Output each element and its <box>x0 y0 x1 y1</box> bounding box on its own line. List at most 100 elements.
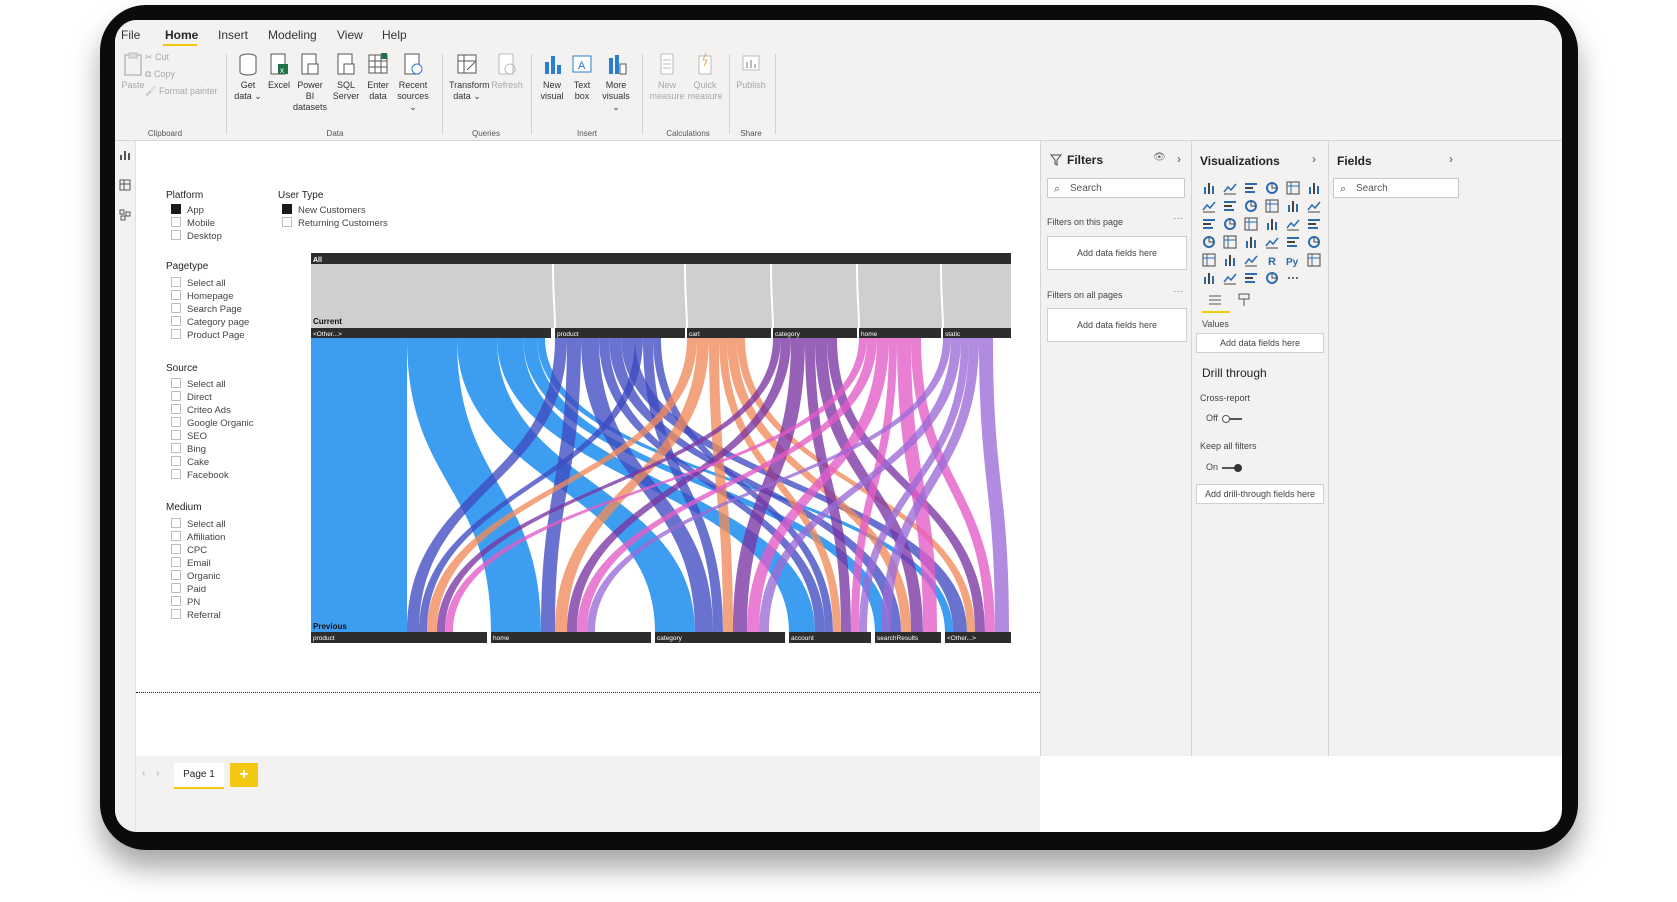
slicer-item[interactable]: Category page <box>171 316 249 328</box>
100-column-icon[interactable] <box>1307 181 1321 195</box>
scatter-icon[interactable] <box>1244 217 1258 231</box>
kpi-icon[interactable] <box>1307 235 1321 249</box>
menu-file[interactable]: File <box>121 28 140 42</box>
slicer-item[interactable]: Product Page <box>171 329 245 341</box>
values-drop-zone[interactable]: Add data fields here <box>1196 333 1324 353</box>
funnel-icon[interactable] <box>1223 217 1237 231</box>
recent-sources-button[interactable]: Recent sources ⌄ <box>395 52 431 113</box>
r-visual-icon[interactable]: R <box>1265 253 1279 267</box>
collapse-visualizations-chevron-icon[interactable]: › <box>1312 152 1316 166</box>
key-influencers-icon[interactable] <box>1307 253 1321 267</box>
stacked-bar-icon[interactable] <box>1202 181 1216 195</box>
checkbox[interactable] <box>171 456 181 466</box>
stacked-area-icon[interactable] <box>1244 199 1258 213</box>
paginated-icon[interactable] <box>1265 271 1279 285</box>
pie-chart-icon[interactable] <box>1265 217 1279 231</box>
report-view-icon[interactable] <box>119 149 131 161</box>
cross-report-toggle-knob[interactable] <box>1222 415 1230 423</box>
decomposition-tree-icon[interactable] <box>1202 271 1216 285</box>
slicer-item[interactable]: Google Organic <box>171 417 254 429</box>
checkbox[interactable] <box>171 430 181 440</box>
model-view-icon[interactable] <box>119 209 131 221</box>
menu-help[interactable]: Help <box>382 28 407 42</box>
more-options-icon[interactable]: ··· <box>1173 213 1183 224</box>
waterfall-icon[interactable] <box>1202 217 1216 231</box>
slicer-item[interactable]: App <box>171 204 204 216</box>
ribbon-chart-icon[interactable] <box>1307 199 1321 213</box>
keep-all-filters-toggle-knob[interactable] <box>1234 464 1242 472</box>
checkbox[interactable] <box>171 469 181 479</box>
smart-narrative-icon[interactable] <box>1244 271 1258 285</box>
line-column-icon[interactable] <box>1265 199 1279 213</box>
slicer-item[interactable]: Select all <box>171 277 226 289</box>
treemap-icon[interactable] <box>1307 217 1321 231</box>
menu-insert[interactable]: Insert <box>218 28 248 42</box>
slicer-item[interactable]: CPC <box>171 544 207 556</box>
checkbox[interactable] <box>171 290 181 300</box>
more-visuals-icon[interactable] <box>1286 271 1300 285</box>
fields-search-input[interactable]: ⌕ Search <box>1333 178 1459 198</box>
slicer-item[interactable]: Bing <box>171 443 206 455</box>
checkbox[interactable] <box>171 329 181 339</box>
slicer-item[interactable]: Select all <box>171 378 226 390</box>
new-measure-button[interactable]: New measure <box>649 52 685 102</box>
data-view-icon[interactable] <box>119 179 131 191</box>
next-page-arrow-icon[interactable]: › <box>156 768 159 779</box>
checkbox[interactable] <box>171 230 181 240</box>
cut-button[interactable]: ✂ Cut <box>145 52 169 63</box>
prev-page-arrow-icon[interactable]: ‹ <box>142 768 145 779</box>
donut-icon[interactable] <box>1286 217 1300 231</box>
checkbox[interactable] <box>171 443 181 453</box>
slicer-item[interactable]: SEO <box>171 430 207 442</box>
slicer-item[interactable]: Returning Customers <box>282 217 388 229</box>
eye-icon[interactable]: 👁 <box>1153 152 1166 163</box>
checkbox-checked[interactable] <box>171 204 181 214</box>
card-icon[interactable] <box>1265 235 1279 249</box>
checkbox[interactable] <box>282 217 292 227</box>
page-filters-drop-zone[interactable]: Add data fields here <box>1047 236 1187 270</box>
copy-button[interactable]: ⧉ Copy <box>145 69 175 80</box>
slicer-icon[interactable] <box>1202 253 1216 267</box>
text-box-button[interactable]: A Text box <box>564 52 600 102</box>
sankey-current-node[interactable] <box>311 328 551 338</box>
checkbox[interactable] <box>171 404 181 414</box>
checkbox[interactable] <box>171 531 181 541</box>
checkbox[interactable] <box>171 583 181 593</box>
slicer-item[interactable]: Facebook <box>171 469 229 481</box>
collapse-fields-chevron-icon[interactable]: › <box>1449 152 1453 166</box>
transform-data-button[interactable]: Transform data ⌄ <box>449 52 490 102</box>
slicer-item[interactable]: Desktop <box>171 230 222 242</box>
checkbox[interactable] <box>171 316 181 326</box>
slicer-item[interactable]: Mobile <box>171 217 215 229</box>
fields-well-icon[interactable] <box>1208 293 1222 307</box>
checkbox[interactable] <box>171 557 181 567</box>
menu-modeling[interactable]: Modeling <box>268 28 317 42</box>
slicer-item[interactable]: Referral <box>171 609 221 621</box>
sankey-chart[interactable]: All Current <Other...> product cart categor… <box>311 253 1011 645</box>
format-painter-button[interactable]: 🖌 Format painter <box>145 86 217 97</box>
slicer-item[interactable]: Direct <box>171 391 212 403</box>
page-tab[interactable]: Page 1 <box>174 763 224 789</box>
matrix-icon[interactable] <box>1244 253 1258 267</box>
power-bi-datasets-button[interactable]: Power BI datasets <box>292 52 328 113</box>
checkbox[interactable] <box>171 609 181 619</box>
quick-measure-button[interactable]: Quick measure <box>687 52 723 102</box>
publish-button[interactable]: Publish <box>733 52 769 91</box>
refresh-button[interactable]: Refresh <box>489 52 525 91</box>
menu-view[interactable]: View <box>337 28 363 42</box>
clustered-bar-icon[interactable] <box>1244 181 1258 195</box>
add-page-button[interactable]: + <box>230 763 258 787</box>
slicer-item[interactable]: Search Page <box>171 303 242 315</box>
checkbox[interactable] <box>171 596 181 606</box>
slicer-item[interactable]: Email <box>171 557 211 569</box>
qa-icon[interactable] <box>1223 271 1237 285</box>
table-icon[interactable] <box>1223 253 1237 267</box>
collapse-filters-chevron-icon[interactable]: › <box>1177 152 1181 166</box>
map-icon[interactable] <box>1202 235 1216 249</box>
gauge-icon[interactable] <box>1244 235 1258 249</box>
checkbox[interactable] <box>171 378 181 388</box>
python-visual-icon[interactable]: Py <box>1286 253 1300 267</box>
slicer-item[interactable]: Homepage <box>171 290 233 302</box>
checkbox[interactable] <box>171 518 181 528</box>
slicer-item[interactable]: Criteo Ads <box>171 404 231 416</box>
